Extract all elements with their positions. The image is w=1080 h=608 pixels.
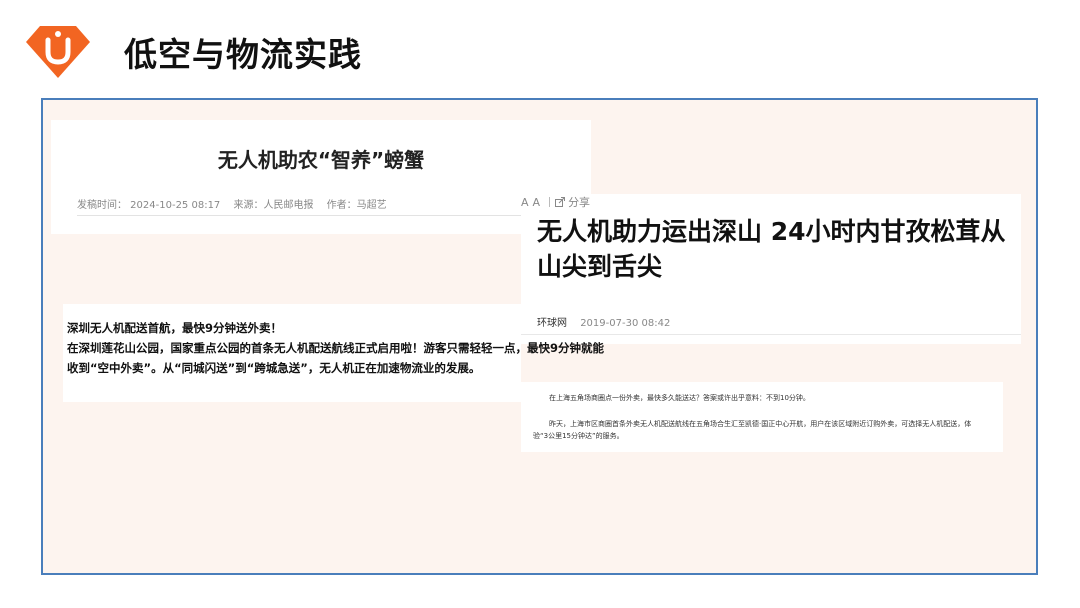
- app-logo: [24, 22, 92, 80]
- news-collage-panel: 无人机助农“智养”螃蟹 发稿时间： 2024-10-25 08:17 来源：人民…: [41, 98, 1038, 575]
- clip-line: 昨天，上海市区商圈首条外卖无人机配送航线在五角场合生汇至凯德·国正中心开航，用户…: [549, 420, 972, 428]
- clip-line: 验“3公里15分钟达”的服务。: [533, 432, 624, 440]
- clip-headline: 无人机助农“智养”螃蟹: [217, 148, 425, 172]
- clip-line: 收到“空中外卖”。从“同城闪送”到“跨城急送”，无人机正在加速物流业的发展。: [67, 361, 481, 375]
- publish-time: 发稿时间： 2024-10-25 08:17: [77, 200, 221, 211]
- clip-paragraph: 在上海五角场商圈点一份外卖，最快多久能送达？答案或许出乎意料：不到10分钟。: [549, 394, 810, 402]
- share-icon[interactable]: [555, 197, 566, 207]
- clip-line: 在深圳莲花山公园，国家重点公园的首条无人机配送航线正式启用啦！游客只需轻轻一点，…: [67, 341, 604, 355]
- author-label: 作者：马超艺: [326, 200, 387, 211]
- clip-meta: 发稿时间： 2024-10-25 08:17 来源：人民邮电报 作者：马超艺: [77, 196, 397, 211]
- news-clip-shanghai: 在上海五角场商圈点一份外卖，最快多久能送达？答案或许出乎意料：不到10分钟。 昨…: [521, 382, 1003, 452]
- font-smaller-icon[interactable]: A: [533, 196, 541, 209]
- news-clip-matsutake: A A 分享 无人机助力运出深山 24小时内甘孜松茸从山尖到舌尖 环球网 2019-…: [521, 194, 1021, 344]
- font-larger-icon[interactable]: A: [521, 196, 529, 209]
- clip-body: 深圳无人机配送首航，最快9分钟送外卖！ 在深圳莲花山公园，国家重点公园的首条无人…: [67, 318, 604, 378]
- clip-headline: 无人机助力运出深山 24小时内甘孜松茸从山尖到舌尖: [537, 217, 1006, 281]
- divider: [521, 334, 1021, 335]
- source-label: 环球网: [537, 318, 567, 329]
- news-clip-crab: 无人机助农“智养”螃蟹 发稿时间： 2024-10-25 08:17 来源：人民…: [51, 120, 591, 234]
- clip-line: 深圳无人机配送首航，最快9分钟送外卖！: [67, 321, 282, 335]
- source-label: 来源：人民邮电报: [233, 200, 314, 211]
- publish-time: 2019-07-30 08:42: [580, 318, 671, 329]
- shield-logo-icon: [26, 26, 90, 78]
- divider: [77, 215, 583, 216]
- share-button[interactable]: 分享: [568, 196, 590, 209]
- article-toolbar: A A 分享: [521, 194, 590, 210]
- divider: [549, 197, 551, 207]
- slide-title: 低空与物流实践: [124, 35, 362, 74]
- news-clip-shenzhen: 深圳无人机配送首航，最快9分钟送外卖！ 在深圳莲花山公园，国家重点公园的首条无人…: [63, 304, 604, 402]
- clip-paragraph: 昨天，上海市区商圈首条外卖无人机配送航线在五角场合生汇至凯德·国正中心开航，用户…: [533, 418, 995, 442]
- clip-meta: 环球网 2019-07-30 08:42: [537, 314, 670, 329]
